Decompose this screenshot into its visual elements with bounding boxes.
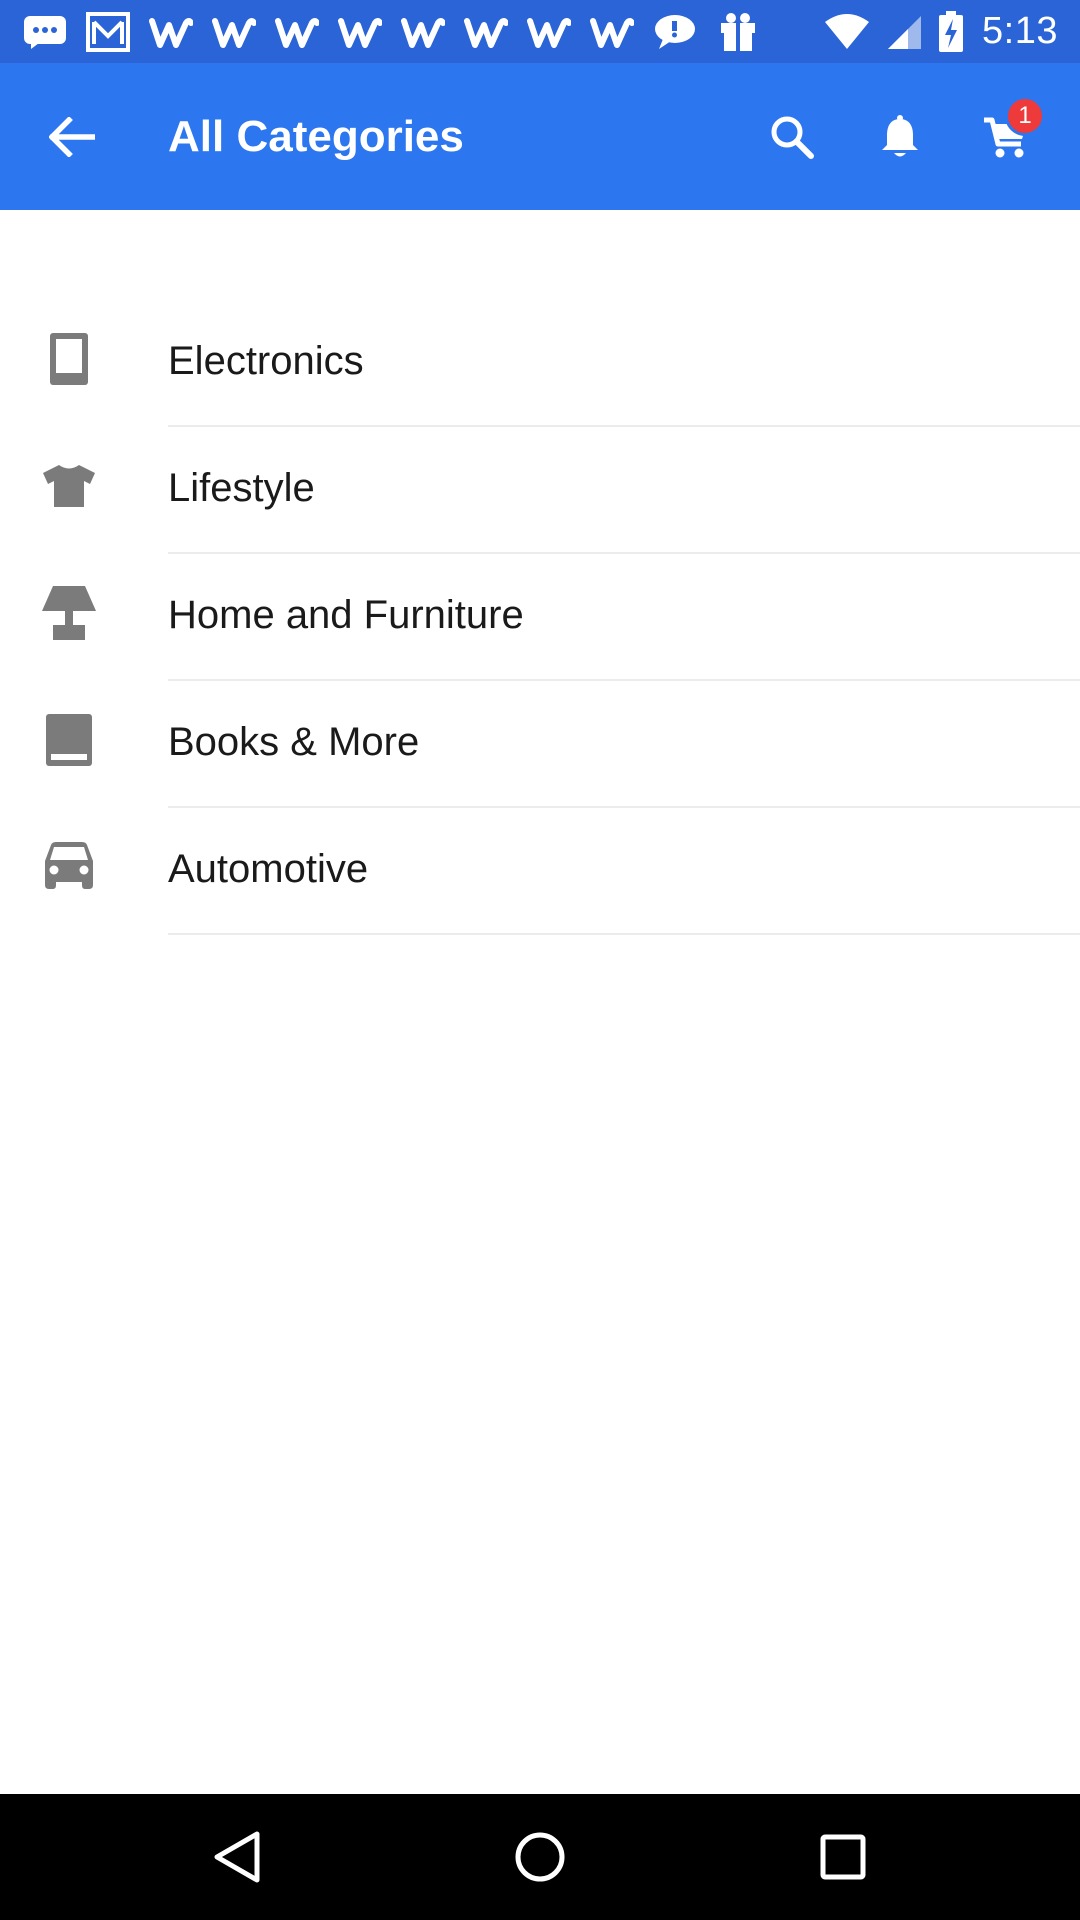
- category-item-electronics[interactable]: Electronics: [0, 300, 1080, 427]
- clock: 5:13: [982, 10, 1058, 52]
- nav-home-button[interactable]: [505, 1822, 575, 1892]
- nav-recents-button[interactable]: [808, 1822, 878, 1892]
- w-app-icon: [211, 11, 257, 53]
- category-label: Home and Furniture: [168, 593, 524, 637]
- w-app-icon: [589, 11, 635, 53]
- phone-icon: [40, 330, 98, 388]
- category-item-automotive[interactable]: Automotive: [0, 808, 1080, 935]
- category-item-home-and-furniture[interactable]: Home and Furniture: [0, 554, 1080, 681]
- cell-signal-icon: [886, 14, 922, 50]
- w-app-icon: [400, 11, 446, 53]
- back-triangle-icon: [214, 1831, 260, 1883]
- category-list: Electronics Lifestyle Home and Furniture…: [0, 300, 1080, 935]
- gmail-icon: [85, 11, 131, 53]
- category-label: Automotive: [168, 847, 369, 891]
- arrow-left-icon: [49, 117, 95, 157]
- car-icon: [40, 838, 98, 896]
- gift-box-icon: [715, 11, 761, 53]
- wifi-icon: [824, 13, 870, 50]
- messages-icon: [22, 11, 68, 53]
- notification-icons: [22, 11, 778, 53]
- nav-back-button[interactable]: [202, 1822, 272, 1892]
- bell-icon: [882, 115, 918, 157]
- category-label: Books & More: [168, 720, 420, 764]
- divider: [168, 933, 1080, 935]
- status-bar: 5:13: [0, 0, 1080, 63]
- w-app-icon: [148, 11, 194, 53]
- recents-square-icon: [820, 1834, 866, 1880]
- book-icon: [40, 711, 98, 769]
- back-button[interactable]: [44, 109, 100, 165]
- home-circle-icon: [515, 1832, 565, 1882]
- w-app-icon: [463, 11, 509, 53]
- tshirt-icon: [40, 457, 98, 515]
- w-app-icon: [337, 11, 383, 53]
- notifications-button[interactable]: [870, 107, 930, 167]
- category-label: Electronics: [168, 339, 364, 383]
- system-icons: 5:13: [808, 10, 1058, 53]
- app-bar: All Categories 1: [0, 63, 1080, 210]
- lamp-icon: [40, 584, 98, 642]
- w-app-icon: [274, 11, 320, 53]
- category-label: Lifestyle: [168, 466, 315, 510]
- category-item-books-and-more[interactable]: Books & More: [0, 681, 1080, 808]
- w-app-icon: [526, 11, 572, 53]
- search-icon: [771, 116, 814, 159]
- system-nav-bar: [0, 1794, 1080, 1920]
- category-item-lifestyle[interactable]: Lifestyle: [0, 427, 1080, 554]
- search-button[interactable]: [762, 107, 822, 167]
- battery-charging-icon: [938, 10, 964, 53]
- cart-count-badge: 1: [1005, 96, 1045, 136]
- page-title: All Categories: [168, 112, 464, 161]
- chat-bubble-icon: [652, 11, 698, 53]
